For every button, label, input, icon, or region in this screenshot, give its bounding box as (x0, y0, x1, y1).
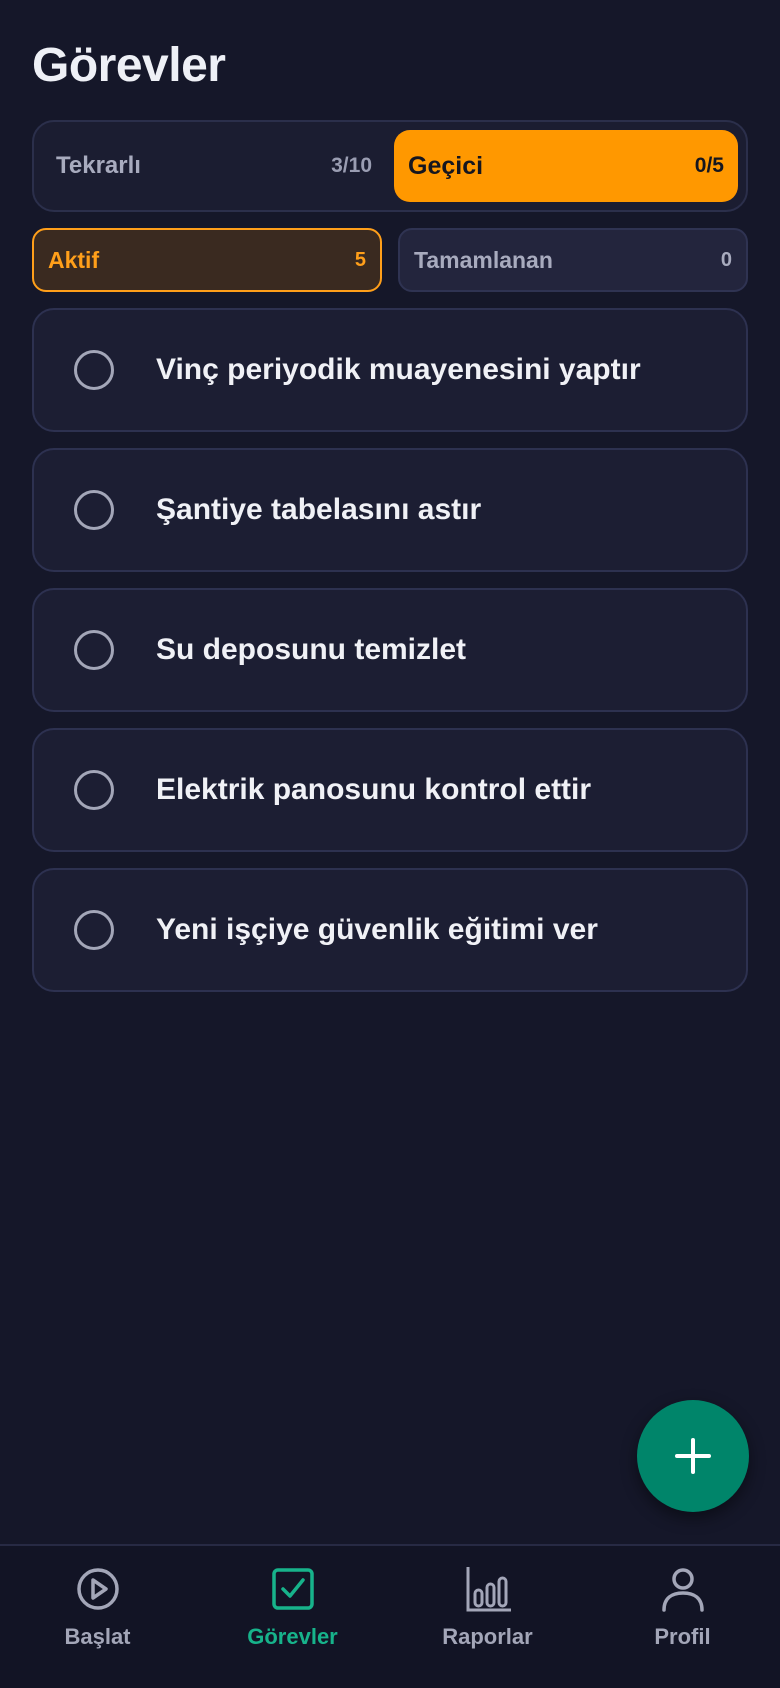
filter-active[interactable]: Aktif 5 (32, 228, 382, 292)
user-icon (661, 1568, 704, 1612)
bottom-navigation: Başlat Görevler Raporlar Profil (0, 1544, 780, 1688)
checkbox-icon (271, 1568, 314, 1610)
plus-icon (675, 1438, 711, 1474)
page-title: Görevler (32, 39, 226, 92)
task-item[interactable]: Su deposunu temizlet (32, 588, 748, 712)
tab-temporary-label: Geçici (408, 151, 484, 180)
task-checkbox[interactable] (74, 770, 114, 810)
filter-completed[interactable]: Tamamlanan 0 (398, 228, 748, 292)
nav-tasks-label: Görevler (247, 1624, 338, 1649)
filter-active-label: Aktif (48, 246, 100, 273)
task-title: Yeni işçiye güvenlik eğitimi ver (156, 913, 598, 946)
task-item[interactable]: Elektrik panosunu kontrol ettir (32, 728, 748, 852)
task-item[interactable]: Yeni işçiye güvenlik eğitimi ver (32, 868, 748, 992)
tab-recurring-label: Tekrarlı (56, 152, 141, 179)
task-title: Elektrik panosunu kontrol ettir (156, 773, 592, 806)
filter-completed-count: 0 (720, 248, 732, 271)
tab-recurring[interactable]: Tekrarlı 3/10 (42, 130, 386, 202)
task-checkbox[interactable] (74, 630, 114, 670)
task-item[interactable]: Vinç periyodik muayenesini yaptır (32, 308, 748, 432)
nav-profile-label: Profil (654, 1624, 711, 1649)
nav-start-label: Başlat (64, 1624, 131, 1649)
tasks-screen: Görevler Tekrarlı 3/10 Geçici 0/5 Aktif … (0, 0, 780, 1688)
task-list: Vinç periyodik muayenesini yaptır Şantiy… (32, 308, 748, 1008)
nav-start[interactable]: Başlat (0, 1546, 195, 1688)
play-circle-icon (76, 1568, 119, 1610)
task-title: Su deposunu temizlet (156, 633, 467, 666)
task-type-switch: Tekrarlı 3/10 Geçici 0/5 (32, 120, 748, 212)
task-title: Vinç periyodik muayenesini yaptır (156, 353, 641, 386)
nav-profile[interactable]: Profil (585, 1546, 780, 1688)
task-title: Şantiye tabelasını astır (156, 493, 482, 526)
task-checkbox[interactable] (74, 910, 114, 950)
nav-reports-label: Raporlar (442, 1624, 533, 1649)
filter-active-count: 5 (354, 248, 366, 271)
tab-temporary[interactable]: Geçici 0/5 (394, 130, 738, 202)
filter-completed-label: Tamamlanan (414, 246, 553, 273)
tab-temporary-count: 0/5 (694, 154, 724, 177)
task-checkbox[interactable] (74, 490, 114, 530)
task-item[interactable]: Şantiye tabelasını astır (32, 448, 748, 572)
task-checkbox[interactable] (74, 350, 114, 390)
nav-tasks[interactable]: Görevler (195, 1546, 390, 1688)
add-task-button[interactable] (637, 1400, 749, 1512)
nav-reports[interactable]: Raporlar (390, 1546, 585, 1688)
bar-chart-icon (466, 1567, 511, 1612)
status-filter: Aktif 5 Tamamlanan 0 (32, 228, 748, 292)
tab-recurring-count: 3/10 (331, 154, 372, 177)
